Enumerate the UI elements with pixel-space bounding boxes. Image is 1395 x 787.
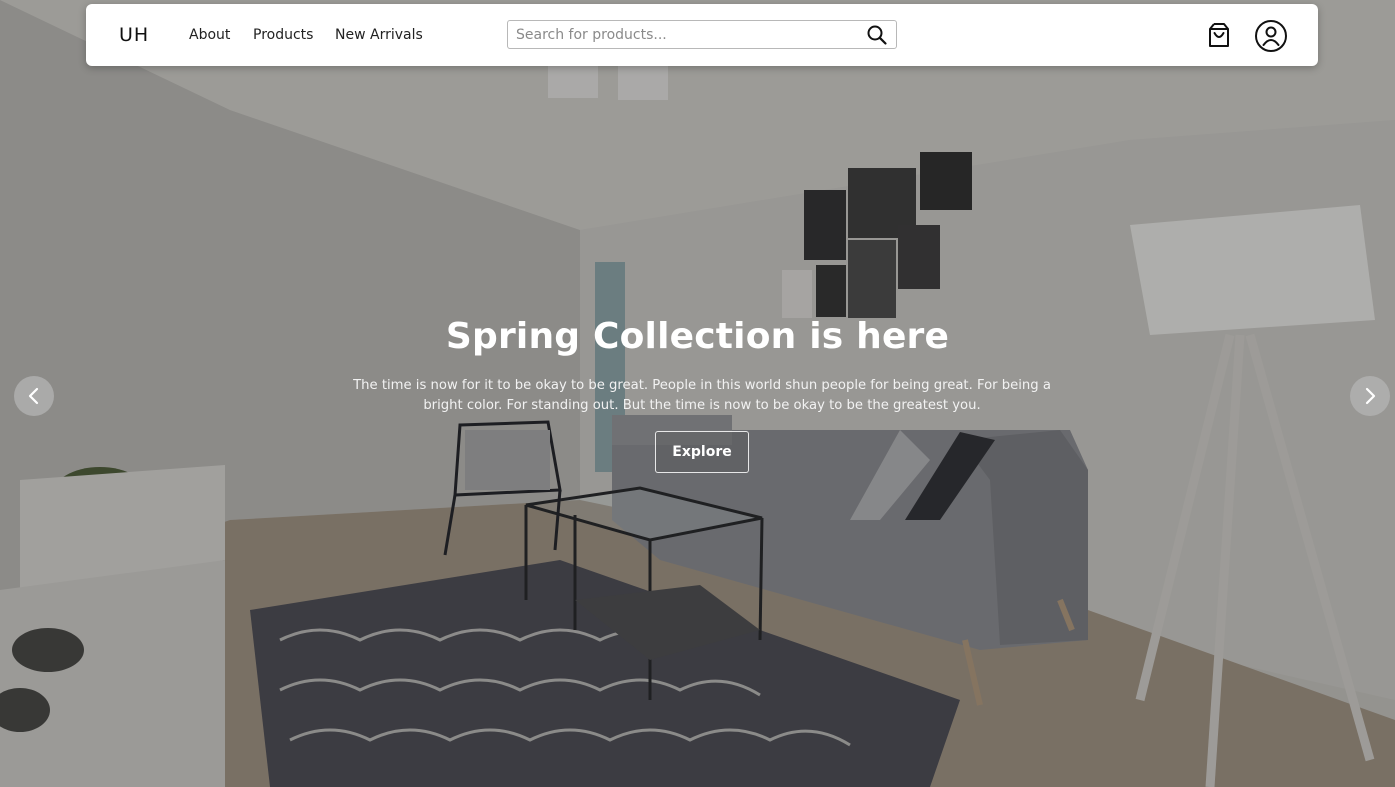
search-bar (507, 20, 897, 49)
chevron-left-icon (28, 387, 39, 405)
hero-carousel: Spring Collection is here The time is no… (0, 0, 1395, 787)
brand-logo[interactable]: UH (119, 24, 149, 46)
search-input[interactable] (508, 21, 858, 48)
search-icon[interactable] (866, 24, 888, 46)
top-navbar: UH About Products New Arrivals (86, 4, 1318, 66)
user-circle-icon[interactable] (1254, 19, 1288, 53)
hero-title: Spring Collection is here (445, 316, 950, 357)
carousel-next-button[interactable] (1350, 376, 1390, 416)
hero-description: The time is now for it to be okay to be … (353, 378, 1051, 413)
carousel-prev-button[interactable] (14, 376, 54, 416)
nav-link-new-arrivals[interactable]: New Arrivals (335, 27, 423, 43)
shopping-bag-icon[interactable] (1204, 20, 1234, 50)
nav-link-products[interactable]: Products (253, 27, 313, 43)
explore-button[interactable]: Explore (655, 431, 749, 473)
chevron-right-icon (1365, 387, 1376, 405)
nav-link-about[interactable]: About (189, 27, 230, 43)
